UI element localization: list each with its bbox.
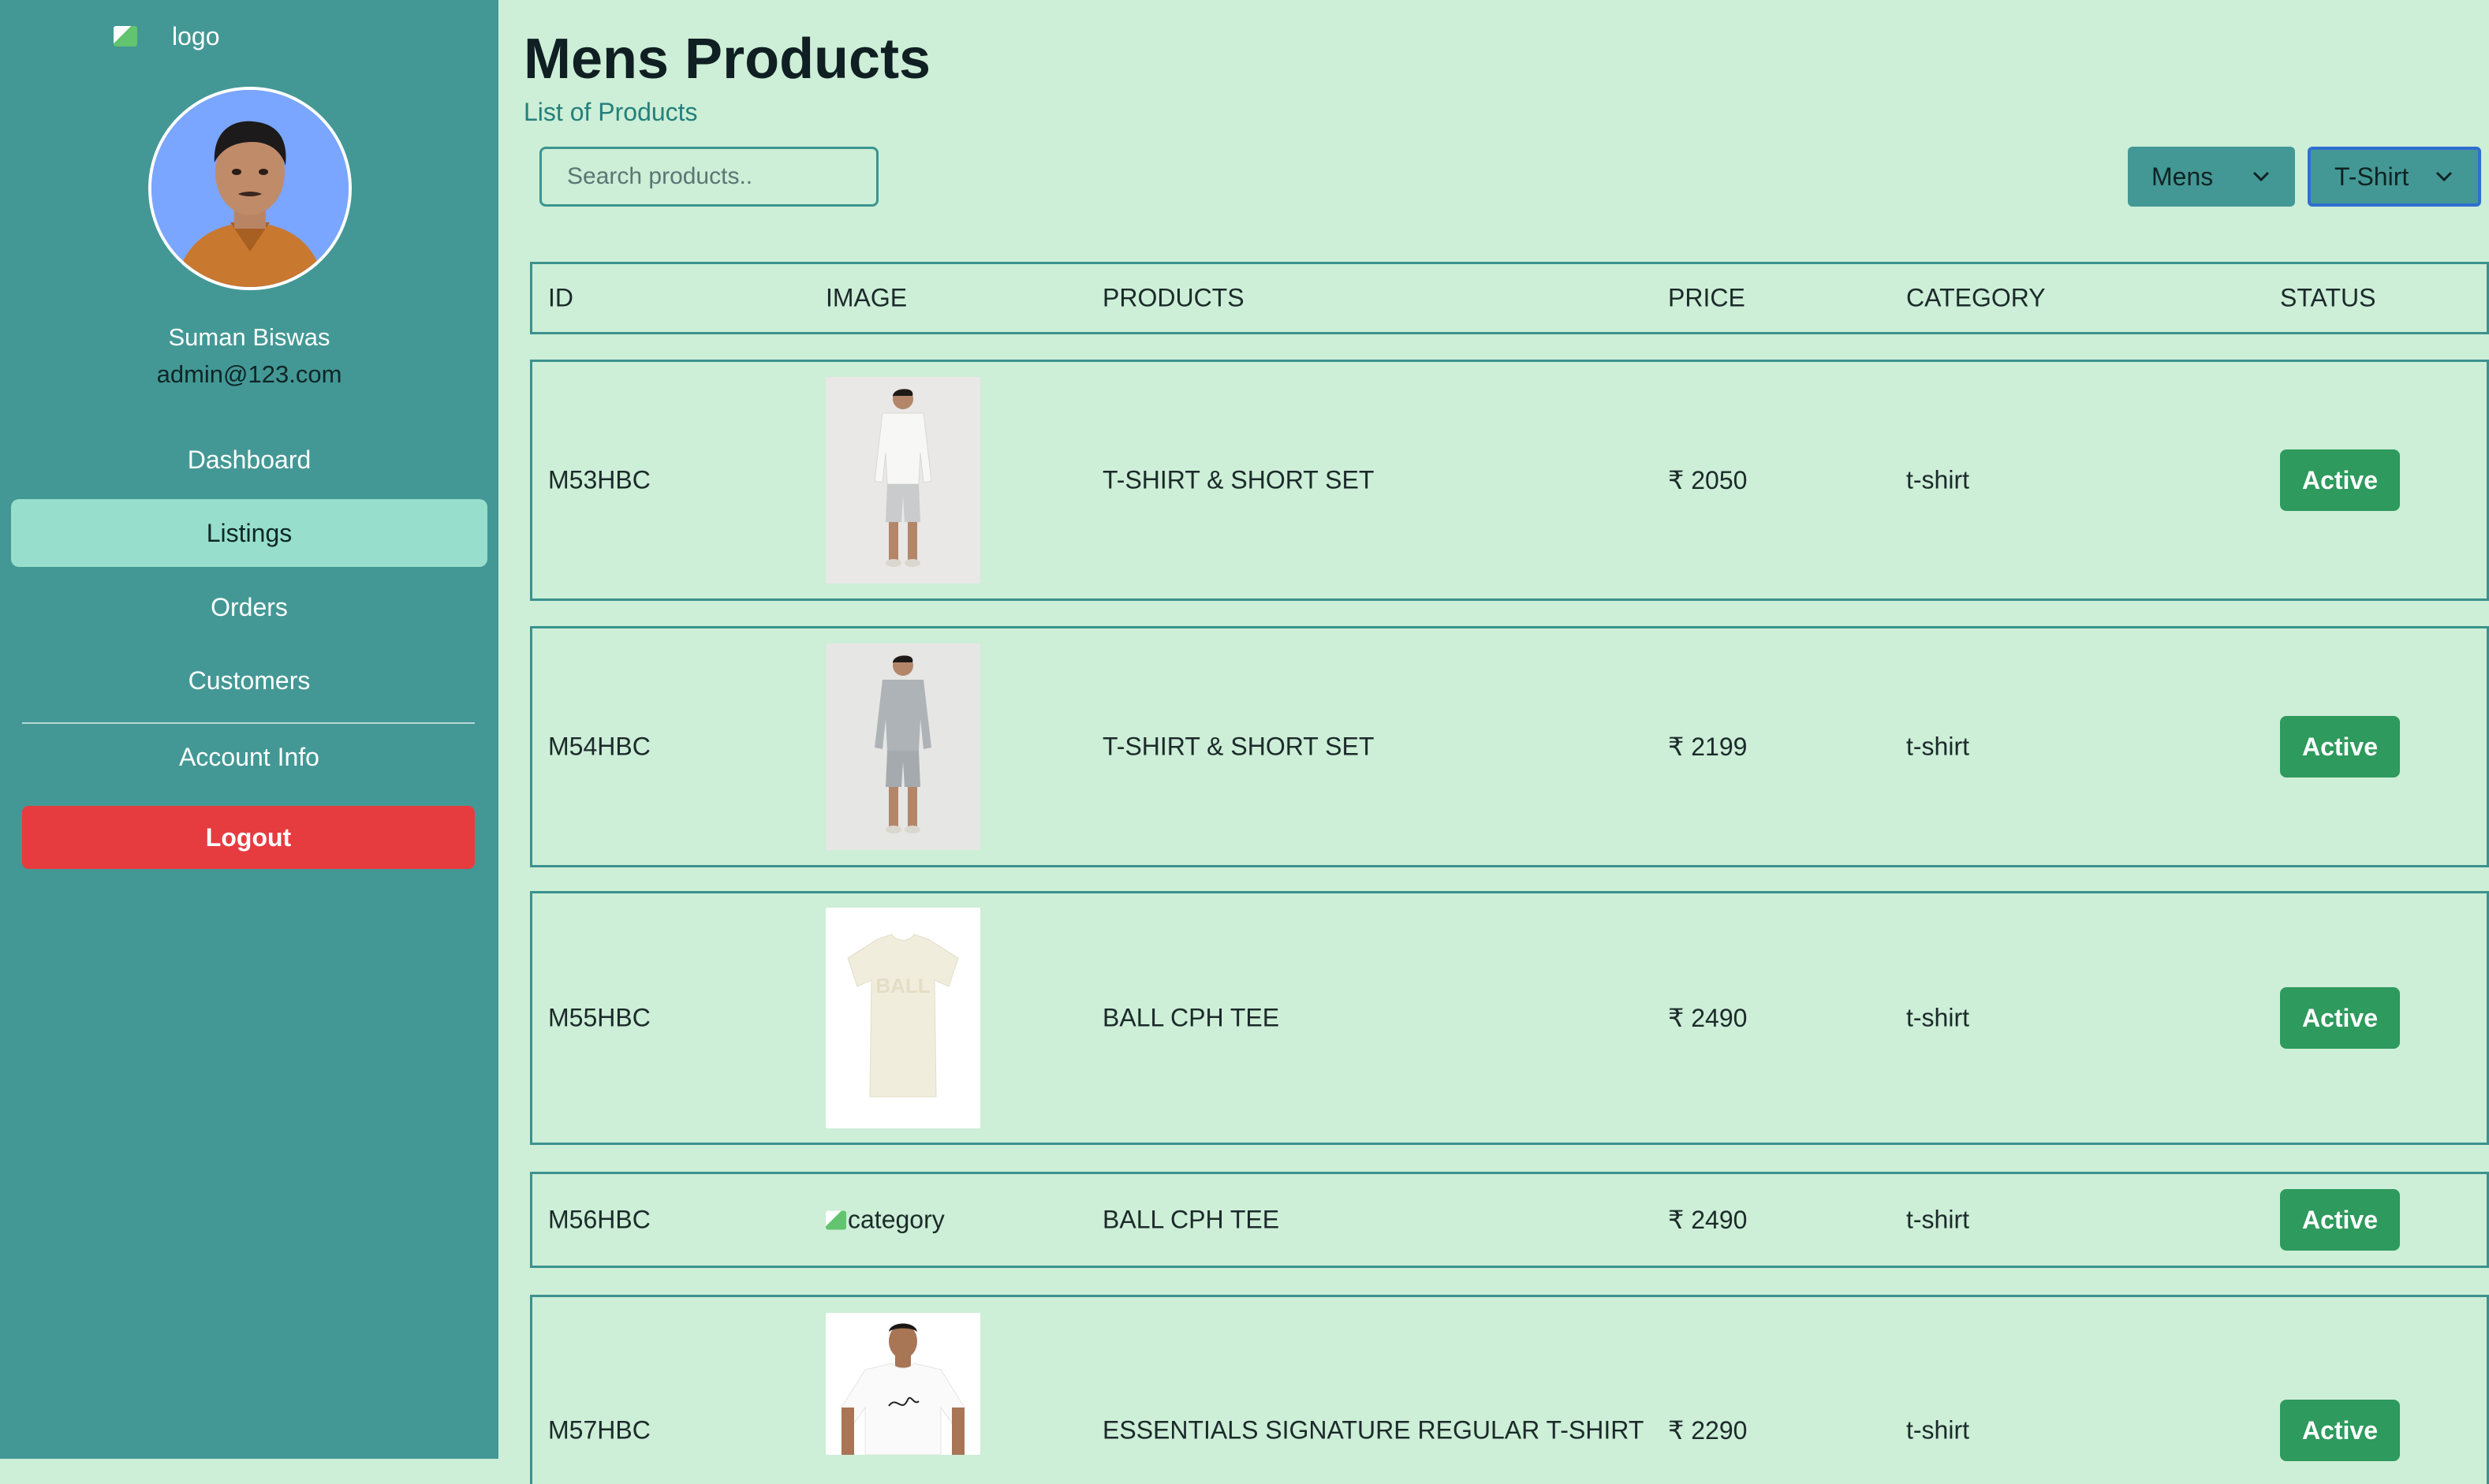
product-price: ₹ 2290 [1668,1416,1748,1445]
status-badge-cell: Active [2280,716,2400,777]
product-image[interactable]: BALL [826,908,980,1128]
product-price: ₹ 2490 [1668,1206,1748,1234]
product-category: t-shirt [1906,732,1969,761]
sidebar-item-account-info[interactable]: Account Info [11,723,487,791]
product-name: T-SHIRT & SHORT SET [1103,732,1375,761]
logout-button[interactable]: Logout [22,806,475,869]
gender-select[interactable]: Mens [2128,147,2295,207]
column-header-products: PRODUCTS [1103,283,1244,312]
chevron-down-icon [2434,166,2454,187]
product-photo-white-signature-tee [826,1313,980,1455]
svg-text:BALL: BALL [875,974,930,997]
product-name: BALL CPH TEE [1103,1003,1280,1032]
status-badge[interactable]: Active [2280,716,2400,777]
product-price: ₹ 2050 [1668,466,1748,494]
column-header-category: CATEGORY [1906,283,2046,312]
status-badge-cell: Active [2280,1400,2400,1461]
status-badge-cell: Active [2280,1189,2400,1251]
product-category: t-shirt [1906,465,1969,494]
status-badge[interactable]: Active [2280,1189,2400,1251]
sidebar-item-listings[interactable]: Listings [11,499,487,567]
status-badge[interactable]: Active [2280,449,2400,511]
product-price: ₹ 2490 [1668,1004,1748,1032]
product-image[interactable] [826,1313,980,1455]
broken-image-icon [114,26,137,47]
profile-name: Suman Biswas [168,323,330,351]
search-box[interactable] [539,147,879,207]
sidebar-item-dashboard[interactable]: Dashboard [11,426,487,494]
product-category: t-shirt [1906,1003,1969,1032]
category-select[interactable]: T-Shirt [2308,147,2481,207]
image-alt-text: category [848,1205,945,1234]
page-subtitle: List of Products [524,98,698,126]
sidebar-item-orders[interactable]: Orders [11,573,487,641]
product-photo-white-set [826,377,980,584]
product-id: M56HBC [548,1205,651,1234]
page-title: Mens Products [524,28,931,91]
gender-select-value: Mens [2151,162,2214,191]
column-header-image: IMAGE [826,283,908,312]
product-category: t-shirt [1906,1205,1969,1234]
category-select-value: T-Shirt [2334,162,2409,191]
logo[interactable]: logo [114,19,303,54]
status-badge[interactable]: Active [2280,1400,2400,1461]
broken-image-icon [826,1210,846,1229]
product-name: BALL CPH TEE [1103,1205,1280,1234]
search-input[interactable] [565,162,876,191]
table-row[interactable]: M56HBC category BALL CPH TEE ₹ 2490 t-sh… [530,1172,2489,1268]
column-header-price: PRICE [1668,283,1745,312]
table-row[interactable]: M57HBC ESSENTIALS SIGNATURE REGULAR T-SH… [530,1295,2489,1484]
product-image[interactable]: category [826,1206,945,1235]
product-name: ESSENTIALS SIGNATURE REGULAR T-SHIRT [1103,1415,1644,1445]
product-name: T-SHIRT & SHORT SET [1103,465,1375,494]
product-photo-grey-set [826,643,980,850]
column-header-status: STATUS [2280,283,2376,312]
table-row[interactable]: M53HBC T-SHIRT & SHORT SET ₹ 2050 t-shir… [530,360,2489,601]
product-photo-cream-tee: BALL [826,908,980,1128]
avatar-photo [151,90,349,287]
profile-email: admin@123.com [156,360,342,388]
avatar [148,87,352,290]
status-badge-cell: Active [2280,449,2400,511]
column-header-id: ID [548,283,573,312]
table-header-row: ID IMAGE PRODUCTS PRICE CATEGORY STATUS [530,262,2489,334]
status-badge[interactable]: Active [2280,987,2400,1049]
chevron-down-icon [2251,166,2271,187]
sidebar-item-customers[interactable]: Customers [11,647,487,714]
logo-alt-text: logo [172,21,220,50]
product-price: ₹ 2199 [1668,733,1748,761]
product-id: M55HBC [548,1003,651,1032]
product-id: M57HBC [548,1415,651,1445]
sidebar: logo Suman Biswas admin@123.com Dashboar… [0,0,498,1459]
product-category: t-shirt [1906,1415,1969,1445]
product-id: M54HBC [548,732,651,761]
product-image[interactable] [826,377,980,584]
table-row[interactable]: M55HBC BALL BALL CPH TEE ₹ 2490 t-shirt … [530,891,2489,1145]
product-id: M53HBC [548,465,651,494]
product-image[interactable] [826,643,980,850]
status-badge-cell: Active [2280,987,2400,1049]
table-row[interactable]: M54HBC T-SHIRT & SHORT SET ₹ 2199 t-shir… [530,626,2489,867]
